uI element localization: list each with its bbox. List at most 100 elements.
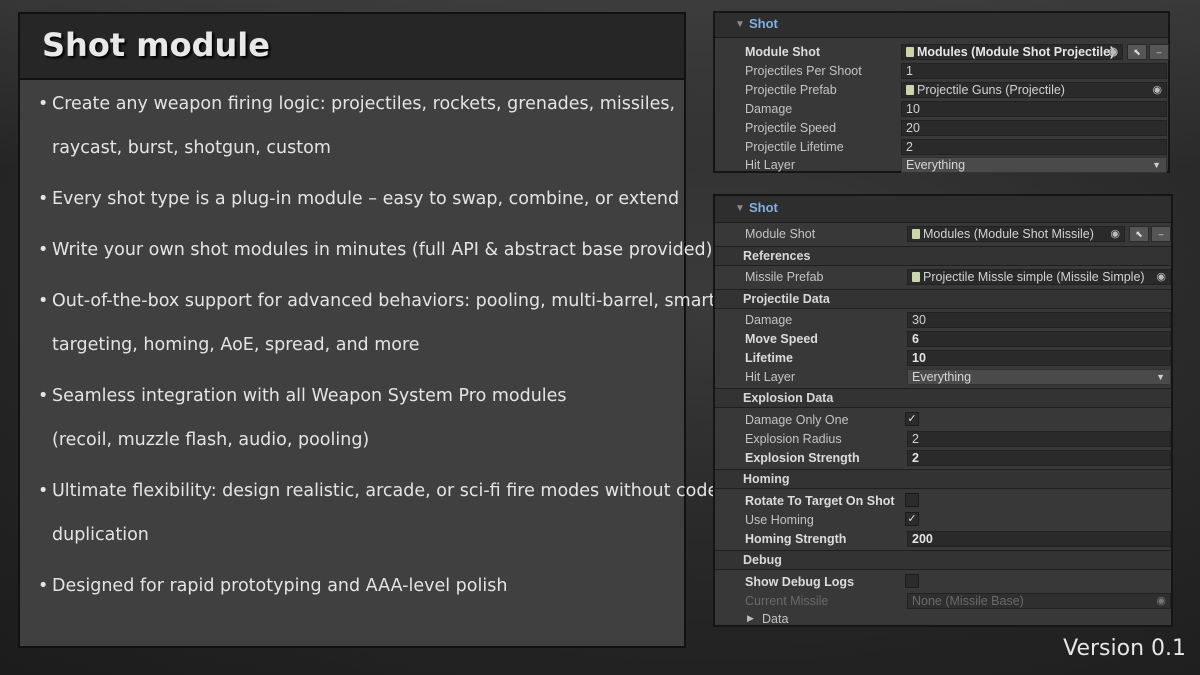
dropdown-arrow-icon: ▼ xyxy=(1152,160,1161,170)
inspector-header[interactable]: ▼ Shot xyxy=(715,13,1168,38)
section-title: Debug xyxy=(743,553,782,567)
field-label: Damage Only One xyxy=(745,413,849,427)
projectile-lifetime-field[interactable]: 2 xyxy=(901,139,1167,155)
select-button[interactable]: ⬉ xyxy=(1127,44,1147,60)
section-header: Homing xyxy=(715,469,1171,489)
bullet-icon: • xyxy=(38,481,49,501)
field-label: Projectile Prefab xyxy=(745,83,837,97)
feature-line: (recoil, muzzle flash, audio, pooling) xyxy=(52,430,370,450)
property-row: Use Homing ✓ xyxy=(715,511,1171,530)
feature-line: Seamless integration with all Weapon Sys… xyxy=(52,386,567,406)
field-label: Module Shot xyxy=(745,45,820,59)
show-debug-logs-checkbox[interactable] xyxy=(905,574,919,588)
object-picker-icon[interactable]: ◉ xyxy=(1156,270,1166,284)
field-label: Homing Strength xyxy=(745,532,847,546)
inspector-title: Shot xyxy=(749,16,778,31)
field-label: Use Homing xyxy=(745,513,814,527)
data-foldout[interactable]: ▶ Data xyxy=(715,610,1171,629)
lifetime-field[interactable]: 10 xyxy=(907,350,1171,366)
feature-line: Create any weapon firing logic: projecti… xyxy=(52,94,676,114)
hit-layer-dropdown[interactable]: Everything ▼ xyxy=(901,157,1167,173)
missile-prefab-field[interactable]: Projectile Missle simple (Missile Simple… xyxy=(907,269,1171,285)
object-picker-icon[interactable]: ◉ xyxy=(1108,45,1118,59)
bullet-icon: • xyxy=(38,386,49,406)
remove-button[interactable]: – xyxy=(1149,44,1169,60)
property-row: Projectile Lifetime 2 xyxy=(715,138,1168,157)
inspector-header[interactable]: ▼ Shot xyxy=(715,196,1171,223)
explosion-radius-field[interactable]: 2 xyxy=(907,431,1171,447)
use-homing-checkbox[interactable]: ✓ xyxy=(905,512,919,526)
page-title: Shot module xyxy=(42,26,270,64)
field-label: Projectiles Per Shoot xyxy=(745,64,862,78)
foldout-triangle-icon[interactable]: ▼ xyxy=(735,203,745,214)
feature-line: Out-of-the-box support for advanced beha… xyxy=(52,291,716,311)
feature-line: duplication xyxy=(52,525,149,545)
damage-field[interactable]: 30 xyxy=(907,312,1171,328)
property-row: Projectile Prefab Projectile Guns (Proje… xyxy=(715,81,1168,100)
field-label: Hit Layer xyxy=(745,158,796,172)
field-label: Rotate To Target On Shot xyxy=(745,494,895,508)
bullet-icon: • xyxy=(38,189,49,209)
feature-line: Write your own shot modules in minutes (… xyxy=(52,240,713,260)
property-row: Damage 30 xyxy=(715,311,1171,330)
check-icon: ✓ xyxy=(907,513,917,525)
field-label: Damage xyxy=(745,102,793,116)
explosion-strength-field[interactable]: 2 xyxy=(907,450,1171,466)
feature-line: Ultimate flexibility: design realistic, … xyxy=(52,481,719,501)
property-row: Lifetime 10 xyxy=(715,349,1171,368)
property-row: Move Speed 6 xyxy=(715,330,1171,349)
projectile-speed-field[interactable]: 20 xyxy=(901,120,1167,136)
field-label: Projectile Lifetime xyxy=(745,140,844,154)
field-label: Explosion Strength xyxy=(745,451,860,465)
foldout-triangle-icon[interactable]: ▼ xyxy=(735,19,745,30)
property-row: Damage 10 xyxy=(715,100,1168,119)
move-speed-field[interactable]: 6 xyxy=(907,331,1171,347)
field-label: Show Debug Logs xyxy=(745,575,855,589)
module-shot-field[interactable]: Modules (Module Shot Projectile) ◉ xyxy=(901,44,1123,60)
title-bar: Shot module xyxy=(18,12,686,80)
object-picker-icon[interactable]: ◉ xyxy=(1152,83,1162,97)
projectile-prefab-field[interactable]: Projectile Guns (Projectile) ◉ xyxy=(901,82,1167,98)
section-header: Debug xyxy=(715,550,1171,570)
prefab-icon xyxy=(906,85,914,95)
field-label: Projectile Speed xyxy=(745,121,837,135)
projectiles-per-shoot-field[interactable]: 1 xyxy=(901,63,1167,79)
section-title: Projectile Data xyxy=(743,292,830,306)
field-label: Missile Prefab xyxy=(745,270,824,284)
dropdown-arrow-icon: ▼ xyxy=(1156,372,1165,382)
property-row: Explosion Strength 2 xyxy=(715,449,1171,468)
foldout-triangle-icon[interactable]: ▶ xyxy=(747,613,754,624)
module-shot-row: Module Shot Modules (Module Shot Missile… xyxy=(715,225,1171,244)
property-row: Damage Only One ✓ xyxy=(715,411,1171,430)
property-row: Homing Strength 200 xyxy=(715,530,1171,549)
remove-button[interactable]: – xyxy=(1151,226,1171,242)
field-label: Lifetime xyxy=(745,351,793,365)
field-label: Move Speed xyxy=(745,332,818,346)
bullet-icon: • xyxy=(38,94,49,114)
field-label: Module Shot xyxy=(745,227,816,241)
prefab-icon xyxy=(912,272,920,282)
property-row: Missile Prefab Projectile Missle simple … xyxy=(715,268,1171,287)
hit-layer-dropdown[interactable]: Everything ▼ xyxy=(907,369,1171,385)
foldout-label: Data xyxy=(762,612,789,626)
section-title: References xyxy=(743,249,811,263)
property-row: Explosion Radius 2 xyxy=(715,430,1171,449)
select-button[interactable]: ⬉ xyxy=(1129,226,1149,242)
damage-only-one-checkbox[interactable]: ✓ xyxy=(905,412,919,426)
field-label: Explosion Radius xyxy=(745,432,842,446)
module-shot-field[interactable]: Modules (Module Shot Missile) ◉ xyxy=(907,226,1125,242)
homing-strength-field[interactable]: 200 xyxy=(907,531,1171,547)
field-label: Hit Layer xyxy=(745,370,796,384)
property-row: Hit Layer Everything ▼ xyxy=(715,156,1168,175)
script-file-icon xyxy=(906,47,914,57)
property-row: Show Debug Logs xyxy=(715,573,1171,592)
inspector-title: Shot xyxy=(749,200,778,215)
script-file-icon xyxy=(912,229,920,239)
damage-field[interactable]: 10 xyxy=(901,101,1167,117)
feature-line: targeting, homing, AoE, spread, and more xyxy=(52,335,420,355)
rotate-to-target-checkbox[interactable] xyxy=(905,493,919,507)
bullet-icon: • xyxy=(38,240,49,260)
feature-line: Designed for rapid prototyping and AAA-l… xyxy=(52,576,508,596)
section-title: Explosion Data xyxy=(743,391,834,405)
object-picker-icon[interactable]: ◉ xyxy=(1110,227,1120,241)
